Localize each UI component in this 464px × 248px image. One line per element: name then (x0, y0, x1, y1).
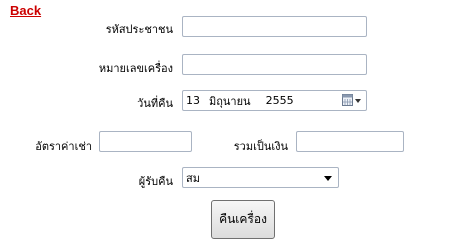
return-date-year[interactable]: 2555 (266, 94, 294, 107)
return-machine-button[interactable]: คืนเครื่อง (211, 200, 275, 239)
total-amount-input[interactable] (296, 131, 404, 152)
return-date-label: วันที่คืน (137, 97, 173, 110)
machine-number-label: หมายเลขเครื่อง (98, 62, 173, 75)
chevron-down-icon[interactable] (324, 176, 332, 181)
receiver-label: ผู้รับคืน (138, 175, 173, 188)
return-date-picker[interactable]: 13 มิถุนายน 2555 (182, 90, 367, 111)
total-amount-label: รวมเป็นเงิน (233, 140, 288, 153)
back-link[interactable]: Back (10, 3, 41, 18)
customer-id-label: รหัสประชาชน (105, 23, 173, 36)
receiver-selected-value: สม (186, 171, 200, 185)
receiver-select[interactable]: สม (182, 167, 339, 188)
calendar-icon[interactable] (342, 94, 362, 107)
rent-rate-input[interactable] (99, 131, 192, 152)
return-date-month[interactable]: มิถุนายน (209, 92, 251, 110)
customer-id-input[interactable] (182, 16, 367, 37)
return-date-day[interactable]: 13 (186, 94, 200, 107)
rent-rate-label: อัตราค่าเช่า (35, 140, 92, 153)
machine-number-input[interactable] (182, 54, 367, 75)
